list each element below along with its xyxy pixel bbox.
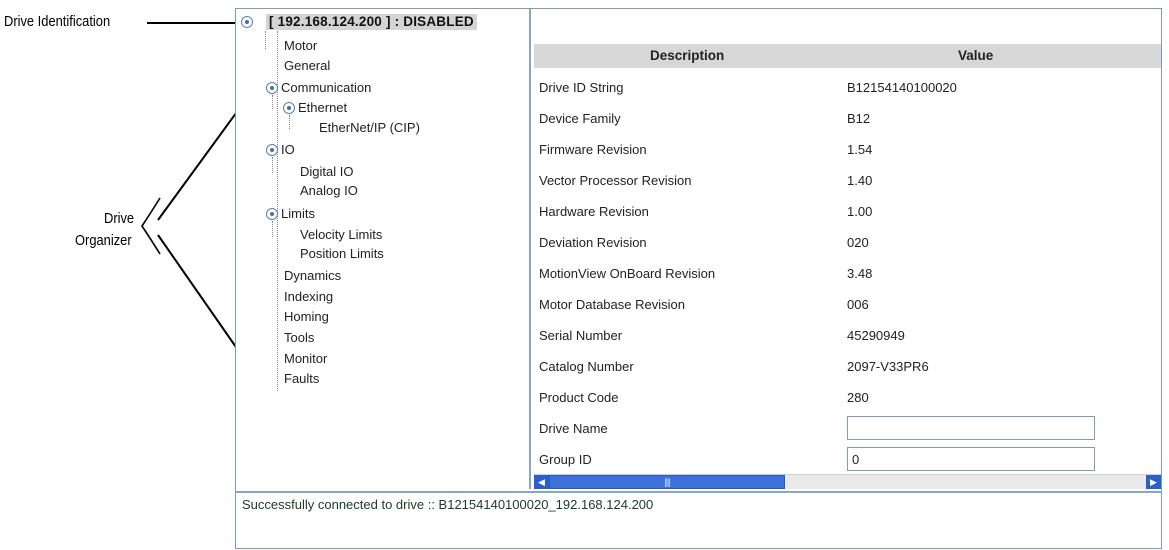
tree-item-dynamics[interactable]: Dynamics [284, 268, 341, 284]
drive-organizer-callout-line1: Drive [104, 210, 135, 227]
tree-connector [272, 157, 273, 173]
horizontal-scrollbar[interactable]: ◀ |||| ▶ [534, 474, 1161, 489]
table-row: Product Code 280 [534, 383, 1161, 414]
row-description: Vector Processor Revision [539, 173, 692, 188]
table-row: Device Family B12 [534, 104, 1161, 135]
tree-item-velocity-limits[interactable]: Velocity Limits [300, 227, 382, 243]
expand-io-icon[interactable] [266, 144, 278, 156]
row-value: B12 [847, 111, 871, 126]
scroll-left-icon[interactable]: ◀ [534, 475, 549, 489]
drive-organizer-tree: [ 192.168.124.200 ] : DISABLED Motor Gen… [236, 9, 531, 489]
row-description: Group ID [539, 452, 592, 467]
table-row: MotionView OnBoard Revision 3.48 [534, 259, 1161, 290]
tree-item-limits[interactable]: Limits [281, 206, 315, 222]
tree-item-communication[interactable]: Communication [281, 80, 371, 96]
row-value: 3.48 [847, 266, 873, 281]
row-description: MotionView OnBoard Revision [539, 266, 716, 281]
column-header-value[interactable]: Value [958, 48, 993, 63]
row-value: 006 [847, 297, 869, 312]
table-row: Drive Name [534, 414, 1161, 445]
table-row: Drive ID String B12154140100020 [534, 73, 1161, 104]
row-value: B12154140100020 [847, 80, 957, 95]
tree-connector [265, 31, 266, 49]
row-description: Hardware Revision [539, 204, 649, 219]
table-header: Description Value [534, 44, 1161, 68]
tree-item-faults[interactable]: Faults [284, 371, 319, 387]
organizer-brace [141, 197, 161, 255]
table-row: Catalog Number 2097-V33PR6 [534, 352, 1161, 383]
row-description: Motor Database Revision [539, 297, 685, 312]
group-id-input[interactable] [847, 447, 1095, 471]
tree-item-monitor[interactable]: Monitor [284, 351, 327, 367]
expand-root-icon[interactable] [241, 16, 253, 28]
row-description: Drive Name [539, 421, 608, 436]
status-message: Successfully connected to drive :: B1215… [242, 497, 654, 512]
column-header-description[interactable]: Description [650, 48, 724, 63]
expand-ethernet-icon[interactable] [283, 102, 295, 114]
table-row: Motor Database Revision 006 [534, 290, 1161, 321]
expand-limits-icon[interactable] [266, 208, 278, 220]
row-value: 1.40 [847, 173, 873, 188]
scroll-right-icon[interactable]: ▶ [1146, 475, 1161, 489]
table-row: Hardware Revision 1.00 [534, 197, 1161, 228]
tree-item-indexing[interactable]: Indexing [284, 289, 333, 305]
row-description: Product Code [539, 390, 619, 405]
row-value: 1.00 [847, 204, 873, 219]
table-row: Serial Number 45290949 [534, 321, 1161, 352]
tree-item-ethernet[interactable]: Ethernet [298, 100, 347, 116]
table-row: Vector Processor Revision 1.40 [534, 166, 1161, 197]
tree-item-general[interactable]: General [284, 58, 330, 74]
tree-item-tools[interactable]: Tools [284, 330, 314, 346]
expand-communication-icon[interactable] [266, 82, 278, 94]
row-description: Catalog Number [539, 359, 634, 374]
drive-name-input[interactable] [847, 416, 1095, 440]
tree-connector [272, 221, 273, 237]
scrollbar-thumb[interactable]: |||| [549, 475, 785, 489]
table-row: Deviation Revision 020 [534, 228, 1161, 259]
tree-item-ethernet-ip[interactable]: EtherNet/IP (CIP) [319, 120, 420, 136]
row-description: Drive ID String [539, 80, 624, 95]
row-description: Serial Number [539, 328, 623, 343]
row-description: Firmware Revision [539, 142, 647, 157]
table-row: Firmware Revision 1.54 [534, 135, 1161, 166]
status-message-panel: Successfully connected to drive :: B1215… [236, 491, 1161, 548]
tree-item-motor[interactable]: Motor [284, 38, 317, 54]
drive-configuration-window: [ 192.168.124.200 ] : DISABLED Motor Gen… [235, 8, 1162, 549]
row-value: 2097-V33PR6 [847, 359, 929, 374]
row-description: Deviation Revision [539, 235, 647, 250]
drive-properties-panel: Description Value Drive ID String B12154… [534, 9, 1161, 489]
tree-item-analog-io[interactable]: Analog IO [300, 183, 358, 199]
row-value: 020 [847, 235, 869, 250]
tree-item-io[interactable]: IO [281, 142, 295, 158]
drive-identification-callout: Drive Identification [4, 13, 111, 30]
tree-item-digital-io[interactable]: Digital IO [300, 164, 353, 180]
row-value: 1.54 [847, 142, 873, 157]
table-row: Group ID [534, 445, 1161, 476]
row-value: 45290949 [847, 328, 905, 343]
drive-identification-node[interactable]: [ 192.168.124.200 ] : DISABLED [266, 14, 477, 30]
tree-item-position-limits[interactable]: Position Limits [300, 246, 384, 262]
tree-item-homing[interactable]: Homing [284, 309, 329, 325]
tree-connector [272, 95, 273, 109]
row-value: 280 [847, 390, 869, 405]
drive-organizer-callout-line2: Organizer [75, 232, 132, 249]
tree-connector [289, 115, 290, 129]
row-description: Device Family [539, 111, 621, 126]
